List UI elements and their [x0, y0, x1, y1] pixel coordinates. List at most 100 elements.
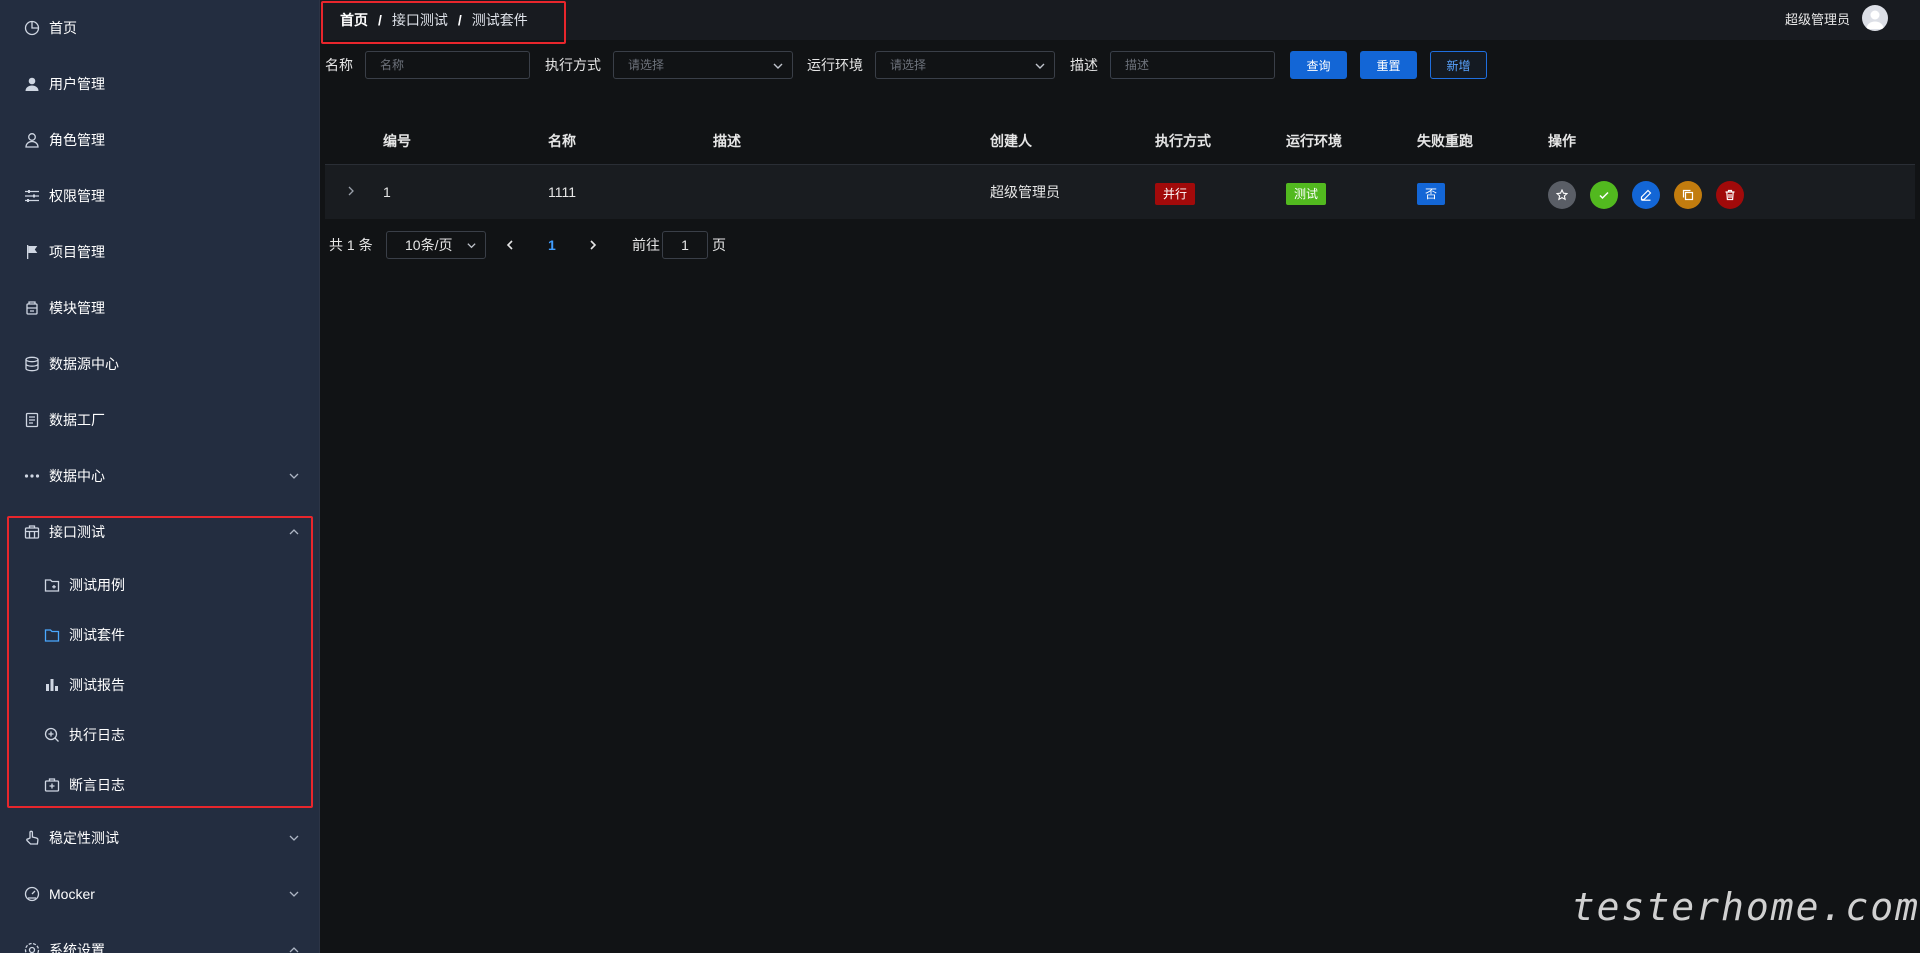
menu-item-api-test[interactable]: 接口测试 [0, 510, 319, 554]
menu-item-mocker[interactable]: Mocker [0, 872, 319, 916]
avatar[interactable] [1862, 5, 1888, 31]
trash-icon [1725, 189, 1735, 201]
folder-add-icon [43, 576, 61, 594]
user-outline-icon [23, 131, 41, 149]
filter-bar: 名称 执行方式 请选择 运行环境 请选择 描述 查询 重置 新增 [320, 50, 1920, 80]
briefcase-icon [23, 523, 41, 541]
env-filter-label: 运行环境 [807, 57, 863, 73]
menu-label: Mocker [49, 886, 95, 902]
copy-icon [1682, 189, 1694, 201]
page-number-current[interactable]: 1 [548, 231, 556, 259]
column-header-creator: 创建人 [990, 133, 1032, 149]
database-icon [23, 355, 41, 373]
submenu-item-exec-logs[interactable]: 执行日志 [0, 713, 319, 757]
edit-button[interactable] [1632, 181, 1660, 209]
goto-label: 前往 [632, 237, 660, 253]
cell-creator: 超级管理员 [990, 184, 1060, 200]
submenu-item-test-reports[interactable]: 测试报告 [0, 663, 319, 707]
table-row: 1 1111 超级管理员 并行 测试 否 [325, 165, 1915, 219]
page-size-select[interactable]: 10条/页 [386, 231, 486, 259]
next-page-icon[interactable] [587, 239, 599, 251]
user-filled-icon [23, 75, 41, 93]
exec-mode-select[interactable]: 请选择 [613, 51, 793, 79]
cell-id: 1 [383, 184, 391, 200]
env-tag: 测试 [1286, 183, 1327, 205]
column-header-env: 运行环境 [1286, 133, 1342, 149]
submenu-label: 断言日志 [69, 777, 125, 793]
menu-label: 数据源中心 [49, 356, 119, 372]
menu-item-projects[interactable]: 项目管理 [0, 230, 319, 274]
page-size-value: 10条/页 [405, 237, 453, 253]
menu-item-datafactory[interactable]: 数据工厂 [0, 398, 319, 442]
star-icon [1556, 189, 1568, 201]
username: 超级管理员 [1784, 11, 1850, 27]
menu-item-roles[interactable]: 角色管理 [0, 118, 319, 162]
menu-item-datacenter[interactable]: 数据中心 [0, 454, 319, 498]
submenu-item-test-cases[interactable]: 测试用例 [0, 563, 319, 607]
exec-mode-placeholder: 请选择 [628, 58, 665, 72]
menu-item-datasource[interactable]: 数据源中心 [0, 342, 319, 386]
sidebar: 首页 用户管理 角色管理 权限管理 项目管理 模块管理 数据源中心 数据工厂 数… [0, 0, 320, 953]
menu-item-modules[interactable]: 模块管理 [0, 286, 319, 330]
goto-page-input[interactable]: 1 [662, 231, 708, 259]
submenu-label: 测试报告 [69, 677, 125, 693]
retry-tag: 否 [1417, 183, 1446, 205]
breadcrumb-item-api-test: 接口测试 [391, 12, 448, 28]
chevron-down-icon [289, 473, 299, 479]
more-dots-icon [23, 467, 41, 485]
pagination-total: 共 1 条 [329, 237, 373, 253]
submenu-label: 执行日志 [69, 727, 125, 743]
folder-icon [43, 626, 61, 644]
env-placeholder: 请选择 [890, 58, 927, 72]
desc-filter-input[interactable] [1110, 51, 1275, 79]
breadcrumb-separator: / [457, 12, 462, 28]
submenu-label: 测试用例 [69, 577, 125, 593]
page-suffix-label: 页 [712, 237, 726, 253]
menu-label: 角色管理 [49, 132, 105, 148]
menu-item-users[interactable]: 用户管理 [0, 62, 319, 106]
favorite-button[interactable] [1548, 181, 1576, 209]
run-button[interactable] [1590, 181, 1618, 209]
menu-label: 用户管理 [49, 76, 105, 92]
add-button[interactable]: 新增 [1430, 51, 1487, 79]
menu-label: 权限管理 [49, 188, 105, 204]
bar-chart-icon [43, 676, 61, 694]
zoom-in-icon [43, 726, 61, 744]
submenu-item-assert-logs[interactable]: 断言日志 [0, 763, 319, 807]
prev-page-icon[interactable] [504, 239, 516, 251]
menu-item-permissions[interactable]: 权限管理 [0, 174, 319, 218]
menu-label: 模块管理 [49, 300, 105, 316]
chevron-up-icon [289, 947, 299, 953]
column-header-desc: 描述 [713, 133, 741, 149]
submenu-item-test-suites[interactable]: 测试套件 [0, 613, 319, 657]
reset-button[interactable]: 重置 [1360, 51, 1417, 79]
submenu-label: 测试套件 [69, 627, 125, 643]
name-filter-label: 名称 [325, 57, 353, 73]
menu-item-stability-test[interactable]: 稳定性测试 [0, 816, 319, 860]
pie-chart-icon [23, 19, 41, 37]
env-select[interactable]: 请选择 [875, 51, 1055, 79]
exec-mode-filter-label: 执行方式 [545, 57, 601, 73]
copy-button[interactable] [1674, 181, 1702, 209]
menu-item-home[interactable]: 首页 [0, 6, 319, 50]
sliders-icon [23, 187, 41, 205]
column-header-actions: 操作 [1548, 133, 1576, 149]
user-menu[interactable]: 超级管理员 [1785, 0, 1888, 36]
breadcrumb-item-home[interactable]: 首页 [340, 10, 368, 30]
pagination: 共 1 条 10条/页 1 前往 1 页 [329, 231, 1129, 259]
odometer-icon [23, 885, 41, 903]
chevron-up-icon [289, 529, 299, 535]
delete-button[interactable] [1716, 181, 1744, 209]
chevron-right-icon[interactable] [345, 185, 357, 197]
menu-label: 项目管理 [49, 244, 105, 260]
flag-icon [23, 243, 41, 261]
name-filter-input[interactable] [365, 51, 530, 79]
column-header-exec-mode: 执行方式 [1155, 133, 1211, 149]
menu-label: 数据工厂 [49, 412, 105, 428]
column-header-retry: 失败重跑 [1417, 133, 1473, 149]
menu-item-settings[interactable]: 系统设置 [0, 928, 319, 953]
breadcrumb-separator: / [378, 12, 382, 28]
chevron-down-icon [773, 63, 783, 69]
menu-label: 系统设置 [49, 942, 105, 953]
query-button[interactable]: 查询 [1290, 51, 1347, 79]
